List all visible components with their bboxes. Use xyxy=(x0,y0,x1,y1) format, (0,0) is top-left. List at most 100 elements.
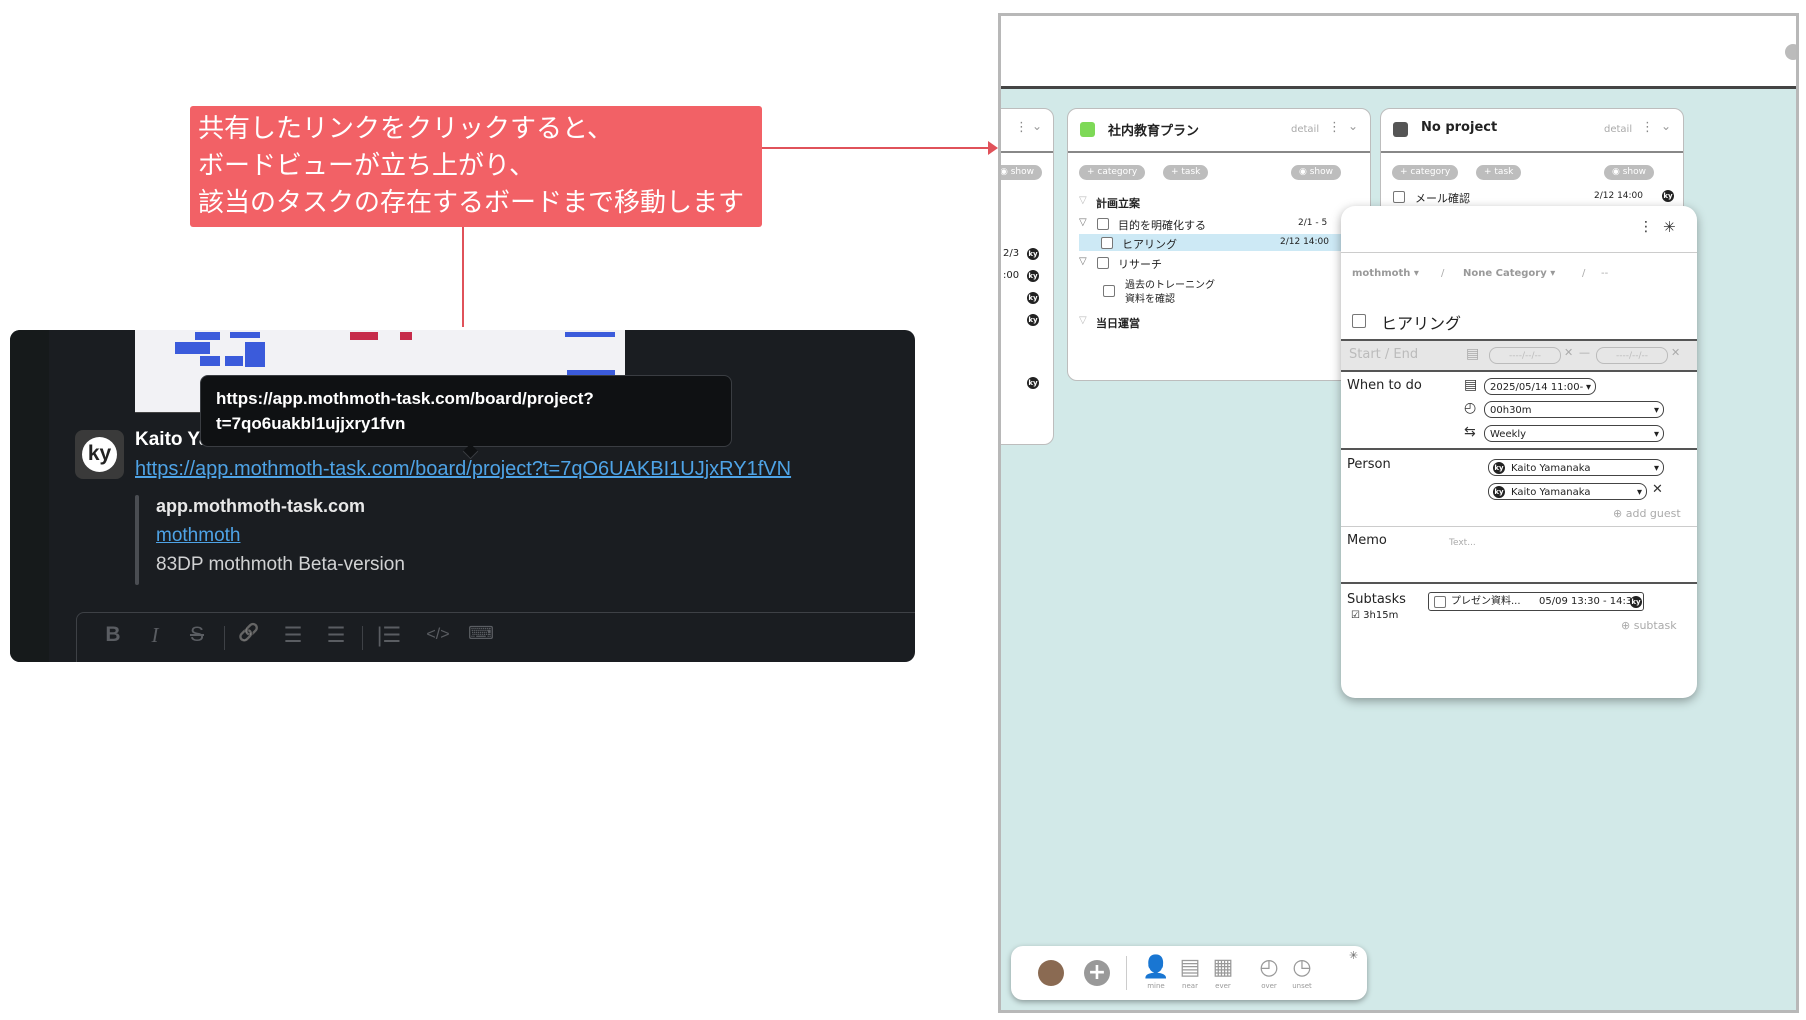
subtasks-total-value: 3h15m xyxy=(1363,610,1399,621)
show-button[interactable]: ◉ show xyxy=(1291,165,1341,180)
column-title[interactable]: No project xyxy=(1421,120,1497,135)
show-button[interactable]: ◉ show xyxy=(1604,165,1654,180)
add-subtask-label: subtask xyxy=(1633,619,1677,632)
add-task-button[interactable]: + task xyxy=(1476,165,1522,180)
ordered-list-icon[interactable]: ☰ xyxy=(280,623,306,648)
repeat-icon: ⇆ xyxy=(1464,424,1476,440)
subtask-checkbox[interactable] xyxy=(1434,596,1446,608)
shared-link[interactable]: https://app.mothmoth-task.com/board/proj… xyxy=(135,458,791,481)
task-checkbox[interactable] xyxy=(1101,237,1113,249)
remove-person-icon[interactable]: ✕ xyxy=(1652,482,1663,497)
user-avatar[interactable] xyxy=(1038,960,1064,986)
sender-name[interactable]: Kaito Ya xyxy=(135,429,210,451)
unfurl-description: 83DP mothmoth Beta-version xyxy=(156,554,405,575)
breadcrumb-category[interactable]: None Category ▾ xyxy=(1463,268,1555,279)
pin-icon[interactable]: ✳ xyxy=(1349,949,1358,962)
chevron-down-icon: ▾ xyxy=(1653,463,1659,474)
task-label[interactable]: リサーチ xyxy=(1118,256,1162,272)
eye-icon: ◉ xyxy=(1612,167,1623,177)
chevron-down-icon[interactable]: ⌄ xyxy=(1348,119,1358,133)
task-label[interactable]: 過去のトレーニング xyxy=(1125,276,1215,291)
add-task-button[interactable]: + task xyxy=(1163,165,1209,180)
collapse-triangle-icon[interactable]: ▽ xyxy=(1079,195,1087,206)
task-checkbox[interactable] xyxy=(1103,285,1115,297)
slack-message-panel: ky Kaito Ya https://app.mothmoth-task.co… xyxy=(10,330,915,662)
person-select-1[interactable]: ky Kaito Yamanaka ▾ xyxy=(1488,459,1664,476)
add-category-button[interactable]: + category xyxy=(1079,165,1146,180)
italic-icon[interactable]: I xyxy=(142,623,168,648)
task-date: 2/3 xyxy=(1003,248,1020,259)
when-date-input[interactable]: 2025/05/14 11:00- ▾ xyxy=(1484,378,1596,395)
show-button[interactable]: ◉ show xyxy=(1001,165,1042,180)
task-label[interactable]: メール確認 xyxy=(1415,190,1470,206)
pin-icon[interactable]: ✳ xyxy=(1663,218,1676,236)
chevron-down-icon[interactable]: ⌄ xyxy=(1032,119,1042,133)
repeat-select[interactable]: Weekly ▾ xyxy=(1484,425,1664,442)
person-icon[interactable]: 👤 xyxy=(1141,955,1171,980)
task-checkbox[interactable] xyxy=(1393,191,1405,203)
add-guest-button[interactable]: ⊕ add guest xyxy=(1613,507,1681,520)
detail-link[interactable]: detail xyxy=(1604,124,1632,135)
blockquote-icon[interactable]: |☰ xyxy=(376,623,402,648)
avatar-icon: ky xyxy=(1493,462,1505,474)
memo-input[interactable]: Text... xyxy=(1449,538,1476,548)
person-2-name: Kaito Yamanaka xyxy=(1511,487,1591,498)
unfurl-title-link[interactable]: mothmoth xyxy=(156,525,240,547)
toolbar-divider xyxy=(224,626,225,650)
header-knob-icon[interactable] xyxy=(1785,44,1796,60)
link-icon[interactable]: 🔗 xyxy=(236,623,262,643)
task-checkbox[interactable] xyxy=(1097,218,1109,230)
person-select-2[interactable]: ky Kaito Yamanaka ▾ xyxy=(1488,483,1647,500)
checkbox-checked-icon: ☑ xyxy=(1351,610,1364,621)
subtask-row[interactable]: プレゼン資料... 05/09 13:30 - 14:30 ky xyxy=(1428,592,1644,611)
task-label[interactable]: ヒアリング xyxy=(1122,236,1177,252)
collapse-triangle-icon[interactable]: ▽ xyxy=(1079,256,1087,267)
calendar-near-icon[interactable]: ▤ xyxy=(1175,955,1205,980)
chevron-down-icon[interactable]: ⌄ xyxy=(1661,119,1671,133)
collapse-triangle-icon[interactable]: ▽ xyxy=(1079,217,1087,228)
column-title[interactable]: 社内教育プラン xyxy=(1108,120,1199,139)
chevron-down-icon: ▾ xyxy=(1636,487,1642,498)
add-icon[interactable]: + xyxy=(1084,960,1110,986)
kebab-menu-icon[interactable]: ⋮ xyxy=(1641,120,1654,135)
clock-over-icon[interactable]: ◴ xyxy=(1254,955,1284,980)
start-date-input[interactable]: ----/--/-- xyxy=(1489,347,1561,364)
divider xyxy=(1341,526,1697,527)
add-category-button[interactable]: + category xyxy=(1392,165,1459,180)
section-title[interactable]: 当日運営 xyxy=(1096,315,1140,331)
kebab-menu-icon[interactable]: ⋮ xyxy=(1328,120,1341,135)
clock-unset-icon[interactable]: ◷ xyxy=(1287,955,1317,980)
task-checkbox[interactable] xyxy=(1097,257,1109,269)
range-dash: — xyxy=(1579,346,1590,359)
calendar-ever-icon[interactable]: ▦ xyxy=(1208,955,1238,980)
unfurl-accent-bar xyxy=(135,495,139,585)
board-column-partial: ⋮ ⌄ ◉ show 2/3 :00 ky ky ky ky ky xyxy=(1001,108,1054,445)
when-date-value: 2025/05/14 11:00- xyxy=(1490,382,1584,393)
end-date-input[interactable]: ----/--/-- xyxy=(1596,347,1668,364)
bold-icon[interactable]: B xyxy=(100,623,126,647)
code-block-icon[interactable]: ⌨ xyxy=(468,623,494,644)
collapse-triangle-icon[interactable]: ▽ xyxy=(1079,315,1087,326)
bullet-list-icon[interactable]: ☰ xyxy=(323,623,349,648)
clear-icon[interactable]: ✕ xyxy=(1671,346,1680,359)
task-date: :00 xyxy=(1003,270,1020,281)
code-icon[interactable]: </> xyxy=(422,626,454,644)
section-title[interactable]: 計画立案 xyxy=(1096,195,1140,211)
task-title[interactable]: ヒアリング xyxy=(1381,310,1461,334)
chevron-down-icon: ▾ xyxy=(1653,405,1659,416)
avatar[interactable]: ky xyxy=(75,430,124,479)
avatar-icon: ky xyxy=(1662,190,1674,202)
show-label: show xyxy=(1309,167,1333,177)
clear-icon[interactable]: ✕ xyxy=(1564,346,1573,359)
task-label[interactable]: 目的を明確化する xyxy=(1118,217,1206,233)
strikethrough-icon[interactable]: S xyxy=(184,623,210,647)
task-complete-checkbox[interactable] xyxy=(1352,314,1366,328)
duration-select[interactable]: 00h30m ▾ xyxy=(1484,401,1664,418)
add-subtask-button[interactable]: ⊕ subtask xyxy=(1621,619,1677,632)
breadcrumb-project[interactable]: mothmoth ▾ xyxy=(1352,268,1419,279)
divider xyxy=(1341,370,1697,372)
kebab-menu-icon[interactable]: ⋮ xyxy=(1015,120,1028,135)
detail-link[interactable]: detail xyxy=(1291,124,1319,135)
calendar-icon: ▤ xyxy=(1466,346,1480,362)
kebab-menu-icon[interactable]: ⋮ xyxy=(1639,219,1653,235)
